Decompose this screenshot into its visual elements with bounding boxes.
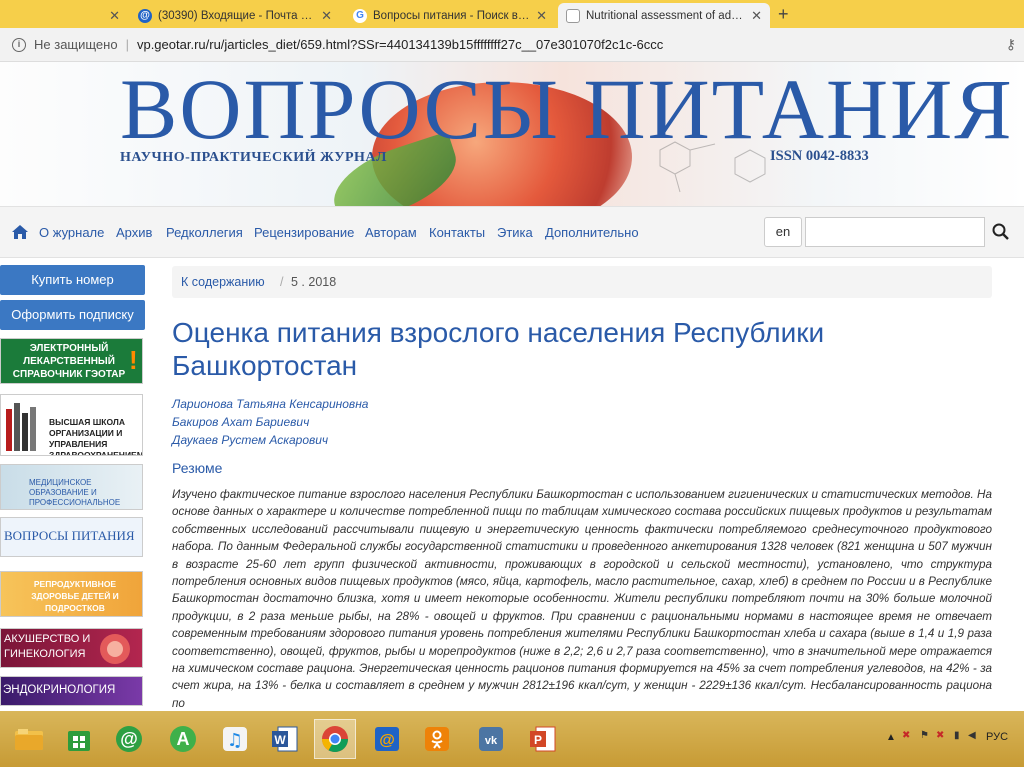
sidebar-ad-drug-reference[interactable]: ЭЛЕКТРОННЫЙ ЛЕКАРСТВЕННЫЙ СПРАВОЧНИК ГЭО… bbox=[0, 338, 143, 384]
tray-battery-icon[interactable]: ▮ bbox=[954, 730, 960, 741]
author-link[interactable]: Бакиров Ахат Бариевич bbox=[172, 415, 309, 429]
store-icon[interactable] bbox=[58, 719, 100, 759]
journal-title: ВОПРОСЫ ПИТАНИЯ bbox=[120, 62, 1014, 157]
security-label[interactable]: Не защищено bbox=[34, 37, 118, 52]
author-link[interactable]: Ларионова Татьяна Кенсариновна bbox=[172, 397, 368, 411]
browser-tab-mail[interactable]: @ (30390) Входящие - Почта Mail.R ✕ bbox=[130, 3, 340, 28]
word-icon[interactable]: W bbox=[264, 719, 306, 759]
mail-agent-icon[interactable]: @ bbox=[108, 719, 150, 759]
svg-text:@: @ bbox=[379, 732, 395, 749]
breadcrumb-contents-link[interactable]: К содержанию bbox=[181, 266, 265, 298]
tab-close-icon[interactable]: ✕ bbox=[536, 8, 547, 24]
address-separator: | bbox=[125, 37, 129, 52]
tab-close-icon[interactable]: ✕ bbox=[751, 8, 762, 24]
svg-text:@: @ bbox=[120, 729, 138, 749]
tray-arrow-icon[interactable]: ▲ bbox=[886, 732, 896, 743]
main-nav: О журнале Архив Редколлегия Рецензирован… bbox=[0, 206, 1024, 258]
buy-issue-button[interactable]: Купить номер bbox=[0, 265, 145, 295]
svg-text:♫: ♫ bbox=[227, 730, 243, 751]
nav-item-additional[interactable]: Дополнительно bbox=[545, 225, 639, 240]
article-abstract: Изучено фактическое питание взрослого на… bbox=[172, 488, 992, 710]
sidebar-ad-higher-school[interactable]: ВЫСШАЯ ШКОЛА ОРГАНИЗАЦИИ И УПРАВЛЕНИЯ ЗД… bbox=[0, 394, 143, 456]
nav-item-contacts[interactable]: Контакты bbox=[429, 225, 485, 240]
sidebar-ad-reproductive-health[interactable]: РЕПРОДУКТИВНОЕ ЗДОРОВЬЕ ДЕТЕЙ И ПОДРОСТК… bbox=[0, 571, 143, 617]
tab-close-icon[interactable]: ✕ bbox=[321, 8, 332, 24]
journal-issn: ISSN 0042-8833 bbox=[770, 148, 869, 164]
nav-item-archive[interactable]: Архив bbox=[116, 225, 152, 240]
address-bar[interactable]: i Не защищено | vp.geotar.ru/ru/jarticle… bbox=[0, 28, 1024, 62]
powerpoint-icon[interactable]: P bbox=[522, 719, 564, 759]
breadcrumb-issue: 5 . 2018 bbox=[291, 275, 337, 289]
browser-tab-article[interactable]: Nutritional assessment of adult p ✕ bbox=[558, 3, 770, 28]
tab-close-icon[interactable]: ✕ bbox=[109, 8, 120, 24]
article-title: Оценка питания взрослого населения Респу… bbox=[172, 317, 825, 381]
system-tray: ▲ ✖ ⚑ ✖ ▮ ◀ РУС bbox=[886, 728, 1016, 750]
nav-item-editorial-board[interactable]: Редколлегия bbox=[166, 225, 243, 240]
amigo-browser-icon[interactable]: A bbox=[162, 719, 204, 759]
home-icon[interactable] bbox=[10, 222, 30, 242]
search-input[interactable] bbox=[805, 217, 985, 247]
mail-ru-icon[interactable]: @ bbox=[366, 719, 408, 759]
embryo-image bbox=[100, 634, 130, 664]
browser-tab-strip: ✕ @ (30390) Входящие - Почта Mail.R ✕ G … bbox=[0, 0, 1024, 28]
svg-text:W: W bbox=[274, 733, 286, 747]
page-icon bbox=[566, 8, 580, 23]
music-player-icon[interactable]: ♫ bbox=[214, 719, 256, 759]
browser-tab-google[interactable]: G Вопросы питания - Поиск в Goo ✕ bbox=[345, 3, 555, 28]
sidebar-ad-obstetrics[interactable]: АКУШЕРСТВО И ГИНЕКОЛОГИЯ bbox=[0, 628, 143, 668]
nav-item-review[interactable]: Рецензирование bbox=[254, 225, 354, 240]
nav-item-authors[interactable]: Авторам bbox=[365, 225, 417, 240]
tray-alert-icon[interactable]: ✖ bbox=[936, 730, 944, 741]
nav-item-ethics[interactable]: Этика bbox=[497, 225, 533, 240]
resume-heading: Резюме bbox=[172, 460, 223, 476]
subscribe-button[interactable]: Оформить подписку bbox=[0, 300, 145, 330]
new-tab-button[interactable]: + bbox=[778, 4, 789, 25]
chrome-icon[interactable] bbox=[314, 719, 356, 759]
sidebar-ad-endocrinology[interactable]: ЭНДОКРИНОЛОГИЯ bbox=[0, 676, 143, 706]
google-g-icon: G bbox=[353, 8, 367, 23]
key-icon[interactable]: ⚷ bbox=[1006, 36, 1016, 53]
info-icon[interactable]: i bbox=[12, 37, 26, 52]
url-text[interactable]: vp.geotar.ru/ru/jarticles_diet/659.html?… bbox=[137, 37, 663, 52]
language-button[interactable]: en bbox=[764, 217, 802, 247]
tray-flag-icon[interactable]: ⚑ bbox=[920, 730, 929, 741]
svg-text:P: P bbox=[534, 733, 542, 747]
taskbar: @ A ♫ W @ vk P ▲ ✖ ⚑ ✖ ▮ ◀ РУС bbox=[0, 711, 1024, 767]
books-icon bbox=[6, 403, 36, 451]
svg-text:A: A bbox=[177, 729, 190, 749]
svg-text:vk: vk bbox=[485, 735, 498, 747]
breadcrumb: К содержанию / 5 . 2018 bbox=[172, 266, 992, 298]
tray-volume-icon[interactable]: ◀ bbox=[968, 730, 976, 741]
file-explorer-icon[interactable] bbox=[8, 719, 50, 759]
mail-at-icon: @ bbox=[138, 8, 152, 23]
sidebar-ad-nutrition-journal[interactable]: ВОПРОСЫ ПИТАНИЯ bbox=[0, 517, 143, 557]
tray-language[interactable]: РУС bbox=[986, 731, 1008, 743]
tray-network-icon[interactable]: ✖ bbox=[902, 730, 910, 741]
nav-item-about[interactable]: О журнале bbox=[39, 225, 104, 240]
vk-icon[interactable]: vk bbox=[470, 719, 512, 759]
journal-subtitle: НАУЧНО-ПРАКТИЧЕСКИЙ ЖУРНАЛ bbox=[120, 150, 387, 165]
breadcrumb-separator: / bbox=[280, 275, 284, 289]
sidebar-ad-med-education[interactable]: МЕДИЦИНСКОЕ ОБРАЗОВАНИЕ И ПРОФЕССИОНАЛЬН… bbox=[0, 464, 143, 510]
odnoklassniki-icon[interactable] bbox=[416, 719, 458, 759]
search-icon[interactable] bbox=[990, 221, 1012, 243]
author-link[interactable]: Даукаев Рустем Аскарович bbox=[172, 433, 328, 447]
browser-tab-partial[interactable]: ✕ bbox=[0, 3, 128, 28]
exclamation-icon: ! bbox=[129, 345, 138, 375]
journal-banner: ВОПРОСЫ ПИТАНИЯ НАУЧНО-ПРАКТИЧЕСКИЙ ЖУРН… bbox=[0, 62, 1024, 206]
